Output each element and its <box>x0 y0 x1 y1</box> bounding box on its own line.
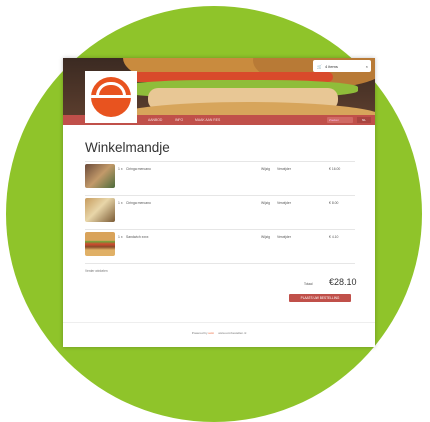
nav-item-aanbod[interactable]: AANBOD <box>148 118 162 122</box>
cart-row: 1 x Ciringa mercano Wijzig Verwijder € 8… <box>85 195 355 226</box>
webshop-window: 🛒 4 items × AANBOD INFO MAAK AAN RES Zoe… <box>63 58 375 347</box>
nav-item-res[interactable]: MAAK AAN RES <box>195 118 220 122</box>
divider <box>63 322 375 323</box>
search-input[interactable]: Zoeken <box>327 117 353 123</box>
total-label: Totaal <box>304 282 313 286</box>
close-icon[interactable]: × <box>366 64 368 69</box>
cart-widget[interactable]: 🛒 4 items × <box>313 60 371 72</box>
logo[interactable] <box>85 71 137 123</box>
item-qty: 1 x <box>118 235 123 239</box>
footer: Powered by ucm www.ucmbestellen.nl <box>63 331 375 335</box>
site-link[interactable]: www.ucmbestellen.nl <box>218 331 246 335</box>
edit-link[interactable]: Wijzig <box>261 235 270 239</box>
item-price: € 4.10 <box>329 235 339 239</box>
item-qty: 1 x <box>118 201 123 205</box>
edit-link[interactable]: Wijzig <box>261 167 270 171</box>
page-title: Winkelmandje <box>85 140 170 155</box>
divider <box>85 263 355 264</box>
remove-link[interactable]: Verwijder <box>277 201 291 205</box>
item-qty: 1 x <box>118 167 123 171</box>
item-name[interactable]: Ciringa mercano <box>126 167 151 171</box>
product-image <box>85 232 115 256</box>
continue-shopping-link[interactable]: Verder winkelen <box>85 269 108 273</box>
remove-link[interactable]: Verwijder <box>277 167 291 171</box>
checkout-button[interactable]: PLAATS UW BESTELLING <box>289 294 351 302</box>
product-image <box>85 198 115 222</box>
item-price: € 16.00 <box>329 167 341 171</box>
cart-count: 4 items <box>324 63 338 69</box>
remove-link[interactable]: Verwijder <box>277 235 291 239</box>
nav-item-info[interactable]: INFO <box>175 118 183 122</box>
item-name[interactable]: Ciringa mercano <box>126 201 151 205</box>
powered-by-label: Powered by <box>191 331 208 335</box>
total-value: €28.10 <box>329 277 357 287</box>
edit-link[interactable]: Wijzig <box>261 201 270 205</box>
language-select[interactable]: NL <box>357 117 371 123</box>
brand-logo[interactable]: ucm <box>208 331 214 335</box>
product-image <box>85 164 115 188</box>
cart-row: 1 x Sandwich xxxx Wijzig Verwijder € 4.1… <box>85 229 355 260</box>
cart-icon: 🛒 <box>317 63 322 69</box>
item-price: € 8.00 <box>329 201 339 205</box>
logo-icon <box>91 77 131 117</box>
item-name[interactable]: Sandwich xxxx <box>126 235 148 239</box>
cart-row: 1 x Ciringa mercano Wijzig Verwijder € 1… <box>85 161 355 192</box>
